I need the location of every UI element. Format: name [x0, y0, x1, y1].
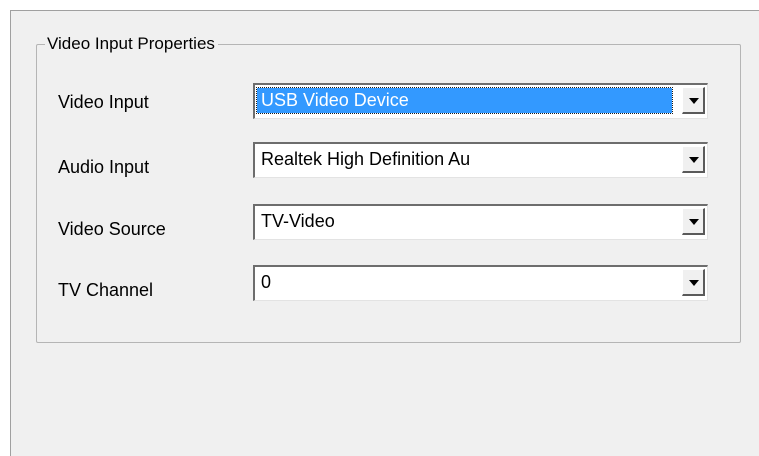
- tv-channel-value: 0: [261, 272, 272, 292]
- tv-channel-label: TV Channel: [58, 280, 154, 300]
- chevron-down-icon: [689, 98, 699, 104]
- video-input-label: Video Input: [58, 92, 149, 112]
- chevron-down-icon: [689, 157, 699, 163]
- properties-panel: Video Input Properties Video Input USB V…: [10, 10, 759, 456]
- video-source-dropdown[interactable]: TV-Video: [253, 204, 708, 240]
- video-source-dropdown-button[interactable]: [682, 208, 705, 235]
- video-source-value: TV-Video: [261, 211, 335, 231]
- group-title: Video Input Properties: [45, 34, 218, 54]
- chevron-down-icon: [689, 219, 699, 225]
- tv-channel-dropdown-button[interactable]: [682, 269, 705, 296]
- audio-input-dropdown-button[interactable]: [682, 146, 705, 173]
- video-input-value: USB Video Device: [256, 87, 673, 114]
- tv-channel-dropdown[interactable]: 0: [253, 265, 708, 301]
- chevron-down-icon: [689, 280, 699, 286]
- audio-input-dropdown[interactable]: Realtek High Definition Au: [253, 142, 708, 178]
- video-source-label: Video Source: [58, 219, 166, 239]
- video-input-dropdown-button[interactable]: [682, 87, 705, 114]
- audio-input-value: Realtek High Definition Au: [261, 149, 471, 169]
- audio-input-label: Audio Input: [58, 157, 150, 177]
- video-input-dropdown[interactable]: USB Video Device: [253, 83, 708, 119]
